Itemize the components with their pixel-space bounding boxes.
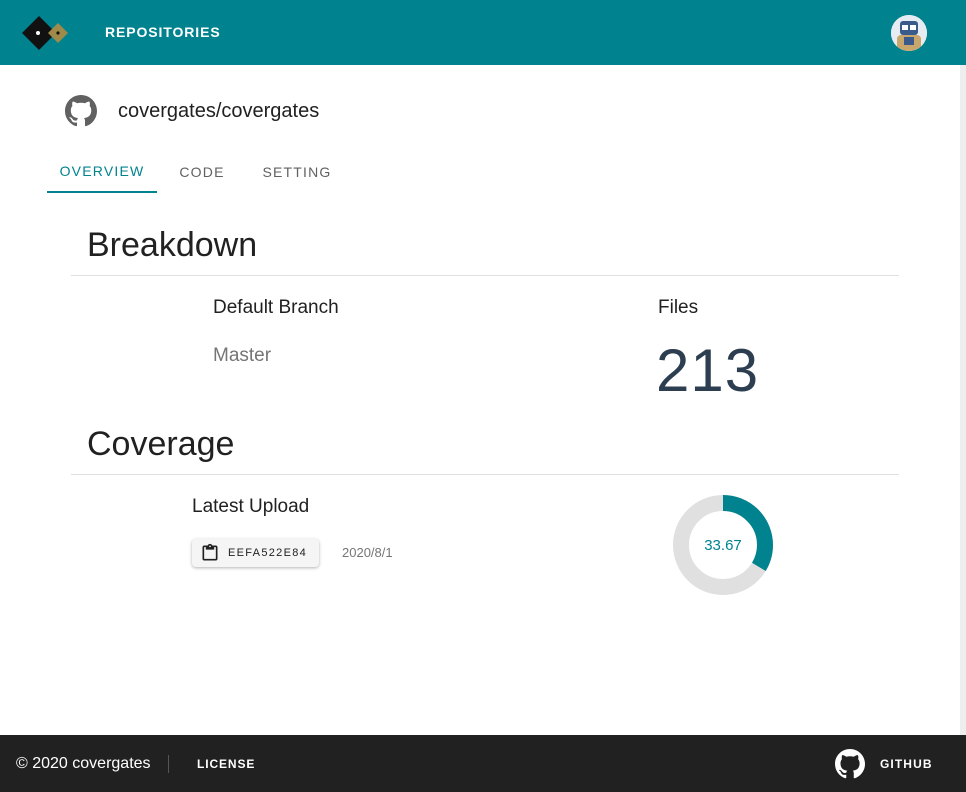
repo-title: covergates/covergates — [118, 100, 320, 122]
github-link[interactable]: GITHUB — [880, 757, 933, 771]
default-branch-label: Default Branch — [213, 297, 339, 318]
coverage-divider — [71, 474, 899, 475]
coverage-title: Coverage — [87, 425, 235, 463]
commit-sha-button[interactable]: EEFA522E84 — [192, 539, 319, 567]
commit-sha-text: EEFA522E84 — [228, 547, 308, 559]
coverage-percent-label: 33.67 — [704, 537, 742, 554]
license-link[interactable]: LICENSE — [197, 757, 255, 771]
files-label: Files — [658, 297, 699, 318]
upload-date: 2020/8/1 — [342, 545, 393, 560]
tab-setting[interactable]: SETTING — [247, 150, 347, 193]
tab-code[interactable]: CODE — [157, 150, 247, 193]
latest-upload-label: Latest Upload — [192, 496, 310, 517]
diamond-logo-icon[interactable] — [22, 14, 68, 52]
coverage-donut-chart: 33.67 — [673, 495, 773, 595]
copyright-text: © 2020 covergates — [16, 755, 151, 772]
page-scrollbar[interactable] — [960, 65, 966, 735]
default-branch-value: Master — [213, 345, 272, 366]
clipboard-icon — [202, 543, 218, 561]
repo-tabs: OVERVIEW CODE SETTING — [47, 150, 347, 193]
footer: © 2020 covergates LICENSE GITHUB — [0, 735, 966, 792]
user-avatar-icon[interactable] — [891, 15, 927, 51]
breakdown-title: Breakdown — [87, 226, 258, 264]
nav-repositories-link[interactable]: REPOSITORIES — [105, 24, 221, 40]
footer-divider — [168, 755, 169, 773]
files-count: 213 — [656, 337, 760, 404]
breakdown-divider — [71, 275, 899, 276]
tab-overview[interactable]: OVERVIEW — [47, 150, 157, 193]
github-icon[interactable] — [835, 749, 865, 779]
github-icon — [65, 95, 97, 127]
app-bar: REPOSITORIES — [0, 0, 966, 65]
